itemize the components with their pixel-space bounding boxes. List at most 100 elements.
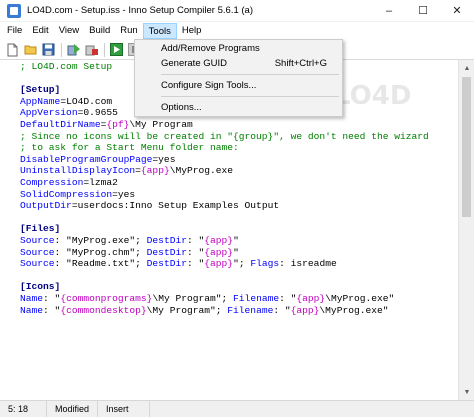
code-token: \MyProg.exe <box>169 165 234 177</box>
code-line: [Files] <box>20 223 60 235</box>
code-token: {app} <box>140 165 170 177</box>
menu-tools[interactable]: Tools <box>142 23 177 39</box>
code-token: : " <box>186 258 205 270</box>
code-token: DestDir <box>146 235 187 246</box>
window-title: LO4D.com - Setup.iss - Inno Setup Compil… <box>27 5 253 16</box>
save-icon <box>42 43 55 56</box>
toolbar-separator <box>104 42 105 57</box>
code-line: Source: "MyProg.exe"; DestDir: "{app}" <box>20 235 239 247</box>
code-token: [Files] <box>20 223 61 235</box>
code-token: DefaultDirName <box>20 119 101 130</box>
code-token: : "Readme.txt"; <box>54 258 147 270</box>
code-token: {app} <box>204 235 234 246</box>
menu-help[interactable]: Help <box>177 23 207 39</box>
code-token: : " <box>186 246 205 258</box>
code-token: : " <box>43 304 61 316</box>
code-token: {app} <box>296 293 326 304</box>
code-token: Name <box>20 304 44 316</box>
code-token: Name <box>20 293 44 304</box>
close-button[interactable]: ✕ <box>440 0 474 22</box>
code-token: \MyProg.exe" <box>325 293 395 304</box>
code-line: [Setup] <box>20 84 60 96</box>
code-token: : "MyProg.chm"; <box>54 246 147 258</box>
code-token: : " <box>279 293 297 304</box>
menu-separator <box>161 96 339 97</box>
code-token: " <box>233 246 239 258</box>
code-token: =LO4D.com <box>60 95 113 107</box>
code-line: AppVersion=0.9655 <box>20 107 118 119</box>
code-token: {pf} <box>106 119 130 130</box>
menu-item-label: Configure Sign Tools... <box>161 80 257 91</box>
watermark-text: LO4D <box>334 81 412 111</box>
menu-run[interactable]: Run <box>115 23 142 39</box>
code-token: Flags <box>250 258 280 270</box>
scroll-up-arrow-icon[interactable]: ▲ <box>459 60 474 76</box>
code-token: " <box>233 235 239 246</box>
code-token: {commondesktop} <box>60 304 147 316</box>
code-line: DefaultDirName={pf}\My Program <box>20 119 193 131</box>
code-token: : " <box>43 293 61 304</box>
code-token: : " <box>273 304 291 316</box>
code-token: : "MyProg.exe"; <box>54 235 147 246</box>
code-line: Source: "MyProg.chm"; DestDir: "{app}" <box>20 247 239 259</box>
menu-item-label: Add/Remove Programs <box>161 43 260 54</box>
cursor-position: 5: 18 <box>0 400 47 417</box>
toolbar-separator <box>61 42 62 57</box>
code-token: \My Program"; <box>152 293 234 304</box>
compile-button[interactable] <box>65 41 82 58</box>
insert-mode-indicator: Insert <box>98 400 150 417</box>
code-line: ; LO4D.com Setup <box>20 61 112 73</box>
code-token: {commonprograms} <box>60 293 153 304</box>
code-token: =0.9655 <box>77 107 118 119</box>
run-icon <box>110 43 123 56</box>
menu-item-generate-guid[interactable]: Generate GUID Shift+Ctrl+G <box>136 56 341 71</box>
code-token: Source <box>20 246 55 258</box>
code-line: UninstallDisplayIcon={app}\MyProg.exe <box>20 165 233 177</box>
code-token: AppName <box>20 95 61 107</box>
code-token: =yes <box>152 153 176 165</box>
menu-bar: File Edit View Build Run Tools Help <box>0 22 474 40</box>
code-token: Source <box>20 235 55 246</box>
code-token: {app} <box>290 304 320 316</box>
menu-item-label: Generate GUID <box>161 58 227 69</box>
modified-indicator: Modified <box>47 400 98 417</box>
code-line: Compression=lzma2 <box>20 177 118 189</box>
app-icon[interactable] <box>7 3 21 18</box>
menu-file[interactable]: File <box>2 23 27 39</box>
code-token: \My Program"; <box>146 304 228 316</box>
code-token: Source <box>20 258 55 270</box>
scroll-down-arrow-icon[interactable]: ▼ <box>459 384 474 400</box>
menu-edit[interactable]: Edit <box>27 23 53 39</box>
code-token: =userdocs:Inno Setup Examples Output <box>71 200 280 212</box>
code-token: Filename <box>227 304 274 316</box>
minimize-button[interactable]: – <box>372 0 406 22</box>
code-token: "; <box>233 258 251 270</box>
code-token: ; LO4D.com Setup <box>20 61 113 72</box>
status-bar: 5: 18 Modified Insert <box>0 400 474 417</box>
code-token: {app} <box>204 246 234 258</box>
code-line: SolidCompression=yes <box>20 189 135 201</box>
code-line: Name: "{commonprograms}\My Program"; Fil… <box>20 293 394 305</box>
menu-item-shortcut: Shift+Ctrl+G <box>274 58 327 69</box>
tools-dropdown-menu: Add/Remove Programs Generate GUID Shift+… <box>134 39 343 117</box>
code-token: [Setup] <box>20 84 61 96</box>
menu-item-label: Options... <box>161 102 202 113</box>
menu-item-configure-sign-tools[interactable]: Configure Sign Tools... <box>136 78 341 93</box>
menu-item-add-remove-programs[interactable]: Add/Remove Programs <box>136 41 341 56</box>
code-token: [Icons] <box>20 281 61 293</box>
code-token: ; to ask for a Start Menu folder name: <box>20 142 239 154</box>
code-line: DisableProgramGroupPage=yes <box>20 154 175 166</box>
vertical-scrollbar[interactable]: ▲ ▼ <box>458 60 474 400</box>
new-file-button[interactable] <box>4 41 21 58</box>
maximize-button[interactable]: ☐ <box>406 0 440 22</box>
new-file-icon <box>7 43 18 56</box>
save-button[interactable] <box>40 41 57 58</box>
menu-separator <box>161 74 339 75</box>
menu-view[interactable]: View <box>54 23 84 39</box>
menu-build[interactable]: Build <box>84 23 115 39</box>
menu-item-options[interactable]: Options... <box>136 100 341 115</box>
open-file-button[interactable] <box>22 41 39 58</box>
scrollbar-thumb[interactable] <box>462 77 471 217</box>
stop-compile-button[interactable] <box>83 41 100 58</box>
run-button[interactable] <box>108 41 125 58</box>
